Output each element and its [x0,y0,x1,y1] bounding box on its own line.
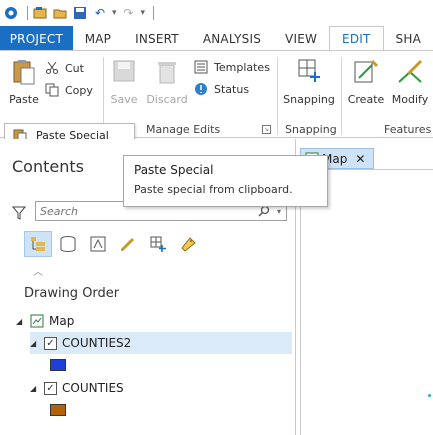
create-features-label: Create [347,93,385,106]
modify-features-icon [396,57,424,87]
paste-icon [10,57,38,87]
tab-share[interactable]: SHA [384,26,433,51]
tab-view[interactable]: VIEW [273,26,329,51]
editing-view-icon[interactable] [114,231,142,257]
layer-row-counties[interactable]: ◢ ✓ COUNTIES [30,377,124,399]
tab-analysis[interactable]: ANALYSIS [191,26,273,51]
expand-arrow-icon[interactable]: ◢ [16,317,26,326]
snapping-icon [295,57,323,87]
create-features-icon [352,57,380,87]
ribbon-tabs: PROJECT MAP INSERT ANALYSIS VIEW EDIT SH… [0,26,433,51]
tooltip-description: Paste special from clipboard. [134,183,293,196]
cut-label: Cut [65,61,84,75]
save-edits-button[interactable]: Save [108,57,140,106]
symbol-swatch[interactable] [50,404,66,416]
view-toolbar [24,231,204,257]
redo-dropdown-icon[interactable]: ▾ [141,8,146,18]
features-group-label: Features [384,123,432,136]
tab-project[interactable]: PROJECT [0,26,73,51]
save-edits-label: Save [110,93,138,106]
map-feature-marker [428,394,431,397]
map-node-label: Map [49,314,75,328]
undo-dropdown-icon[interactable]: ▾ [112,8,117,18]
data-source-view-icon[interactable] [54,231,82,257]
expand-arrow-icon[interactable]: ◢ [30,384,40,393]
drawing-order-heading: Drawing Order [24,286,120,301]
open-project-icon[interactable] [52,5,68,21]
search-dropdown-icon[interactable]: ▾ [272,207,286,216]
discard-edits-button[interactable]: Discard [145,57,189,106]
toolbar-divider [153,6,155,20]
new-project-icon[interactable] [32,5,48,21]
manage-edits-group-label: Manage Edits [146,123,221,136]
tooltip-title: Paste Special [134,163,214,177]
expand-arrow-icon[interactable]: ◢ [30,339,40,348]
toolbar-divider [27,6,28,20]
group-divider [277,57,278,135]
templates-button[interactable]: Templates [193,59,270,75]
map-canvas[interactable] [300,169,433,435]
snapping-button[interactable]: Snapping [282,57,336,106]
discard-edits-icon [153,57,181,87]
layer-name: COUNTIES2 [62,336,132,350]
collapse-caret-icon[interactable]: ︿ [33,263,43,278]
redo-icon[interactable]: ↷ [121,5,137,21]
symbol-swatch[interactable] [50,359,66,371]
paste-button[interactable]: Paste [6,57,42,106]
group-divider [341,57,342,135]
paste-label: Paste [9,93,39,106]
snapping-view-icon[interactable] [144,231,172,257]
app-logo-icon [3,5,19,21]
tooltip: Paste Special Paste special from clipboa… [123,155,328,207]
layer-row-counties2[interactable]: ◢ ✓ COUNTIES2 [30,332,292,354]
create-features-button[interactable]: Create [344,57,388,106]
discard-edits-label: Discard [146,93,188,106]
selection-view-icon[interactable] [84,231,112,257]
scissors-icon [44,60,60,76]
copy-icon [44,82,60,98]
templates-icon [193,59,209,75]
modify-features-label: Modify [391,93,429,106]
tab-insert[interactable]: INSERT [123,26,191,51]
cut-button[interactable]: Cut [44,60,84,76]
layer-name: COUNTIES [62,381,124,395]
visibility-checkbox[interactable]: ✓ [44,336,57,350]
save-edits-icon [110,57,138,87]
snapping-label: Snapping [283,93,335,106]
templates-label: Templates [214,60,270,74]
status-button[interactable]: Status [193,81,249,97]
copy-label: Copy [65,83,93,97]
status-icon [193,81,209,97]
quick-access-toolbar: ↶ ▾ ↷ ▾ [0,0,433,26]
dialog-launcher-icon[interactable]: ↘ [262,125,271,134]
copy-button[interactable]: Copy [44,82,93,98]
close-icon[interactable]: ✕ [355,152,365,166]
pane-title: Contents [12,157,84,176]
tree-map-node[interactable]: ◢ Map [16,310,74,332]
save-project-icon[interactable] [72,5,88,21]
undo-icon[interactable]: ↶ [92,5,108,21]
tab-edit[interactable]: EDIT [329,26,384,51]
modify-features-button[interactable]: Modify [388,57,432,106]
filter-icon[interactable] [11,206,27,223]
visibility-checkbox[interactable]: ✓ [44,381,57,395]
map-icon [30,314,44,328]
status-label: Status [214,82,250,96]
snapping-group-label: Snapping [285,123,337,136]
drawing-order-view-icon[interactable] [24,231,52,257]
tab-map[interactable]: MAP [73,26,123,51]
labeling-view-icon[interactable] [174,231,202,257]
